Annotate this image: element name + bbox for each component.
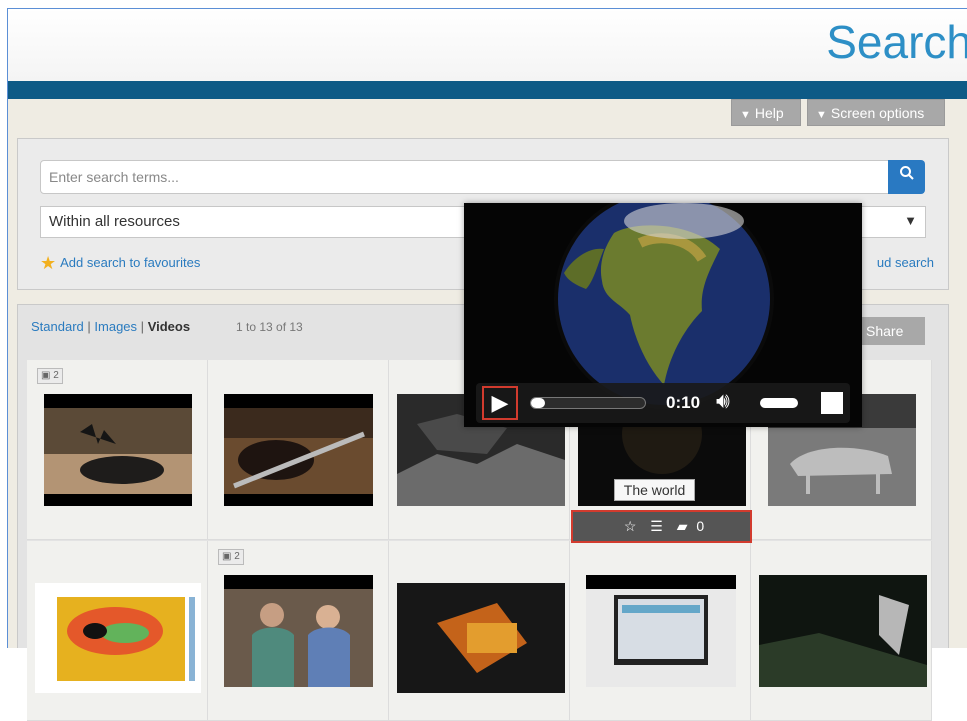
play-button[interactable]: ▶ [482, 386, 518, 420]
view-tabs: Standard | Images | Videos [31, 319, 190, 334]
share-label: Share [866, 323, 904, 339]
video-result[interactable] [208, 360, 389, 540]
video-thumbnail[interactable] [224, 575, 373, 687]
video-thumbnail[interactable] [397, 583, 565, 693]
video-thumbnail[interactable] [586, 575, 736, 687]
tab-videos[interactable]: Videos [148, 319, 190, 334]
help-button[interactable]: ▼ Help [731, 99, 801, 126]
page-title: Search [826, 16, 967, 68]
screen-options-label: Screen options [830, 105, 925, 121]
search-icon [899, 166, 915, 185]
screen-options-button[interactable]: ▼ Screen options [807, 99, 945, 126]
add-favourite-label: Add search to favourites [60, 255, 201, 270]
search-input[interactable]: Enter search terms... [40, 160, 889, 194]
help-label: Help [754, 105, 784, 121]
video-thumbnail[interactable] [759, 575, 927, 687]
video-thumbnail[interactable] [224, 394, 373, 506]
volume-slider[interactable] [760, 398, 798, 408]
video-result[interactable] [751, 541, 932, 721]
video-result[interactable] [27, 541, 208, 721]
add-favourite-link[interactable]: ★ Add search to favourites [40, 253, 200, 274]
video-result[interactable]: ▣ 2 [208, 541, 389, 721]
video-result[interactable] [570, 541, 751, 721]
dropdown-arrow-icon: ▼ [904, 213, 917, 228]
film-icon: ▣ [41, 370, 51, 381]
tab-images[interactable]: Images [94, 319, 137, 334]
video-result[interactable] [389, 541, 570, 721]
search-button[interactable] [888, 160, 925, 194]
site-header: Search [8, 9, 967, 81]
share-button[interactable]: Share [858, 317, 925, 345]
video-thumbnail[interactable] [35, 583, 201, 693]
tab-separator: | [140, 319, 145, 334]
scope-select-value: Within all resources [49, 213, 180, 230]
video-tooltip: The world [614, 479, 695, 501]
time-display: 0:10 [666, 393, 701, 412]
video-action-bar: ☆ ☰ ▰ 0 [571, 510, 752, 543]
comment-count: 0 [696, 518, 705, 534]
chevron-down-icon: ▼ [816, 109, 827, 121]
tab-separator: | [87, 319, 91, 334]
cloud-search-link[interactable]: ud search [877, 255, 934, 270]
list-icon[interactable]: ☰ [650, 518, 663, 534]
player-controls: ▶ 0:10 🔊︎ [476, 383, 850, 423]
result-count: 1 to 13 of 13 [236, 320, 303, 334]
badge-count: 2 [234, 551, 240, 562]
comment-icon[interactable]: ▰ [677, 518, 688, 534]
header-stripe [8, 81, 967, 99]
badge-count: 2 [53, 370, 59, 381]
play-icon: ▶ [491, 390, 509, 415]
video-player[interactable]: ▶ 0:10 🔊︎ [464, 189, 862, 427]
video-result[interactable]: ▣ 2 [27, 360, 208, 540]
film-badge: ▣ 2 [218, 549, 244, 565]
tab-standard[interactable]: Standard [31, 319, 84, 334]
film-badge: ▣ 2 [37, 368, 63, 384]
star-icon: ★ [40, 253, 57, 273]
progress-fill [531, 398, 545, 408]
film-icon: ▣ [222, 551, 232, 562]
progress-bar[interactable] [530, 397, 646, 409]
chevron-down-icon: ▼ [740, 109, 751, 121]
star-icon[interactable]: ☆ [624, 518, 637, 534]
fullscreen-icon[interactable] [821, 392, 843, 414]
volume-icon[interactable]: 🔊︎ [716, 388, 730, 414]
video-thumbnail[interactable] [44, 394, 192, 506]
